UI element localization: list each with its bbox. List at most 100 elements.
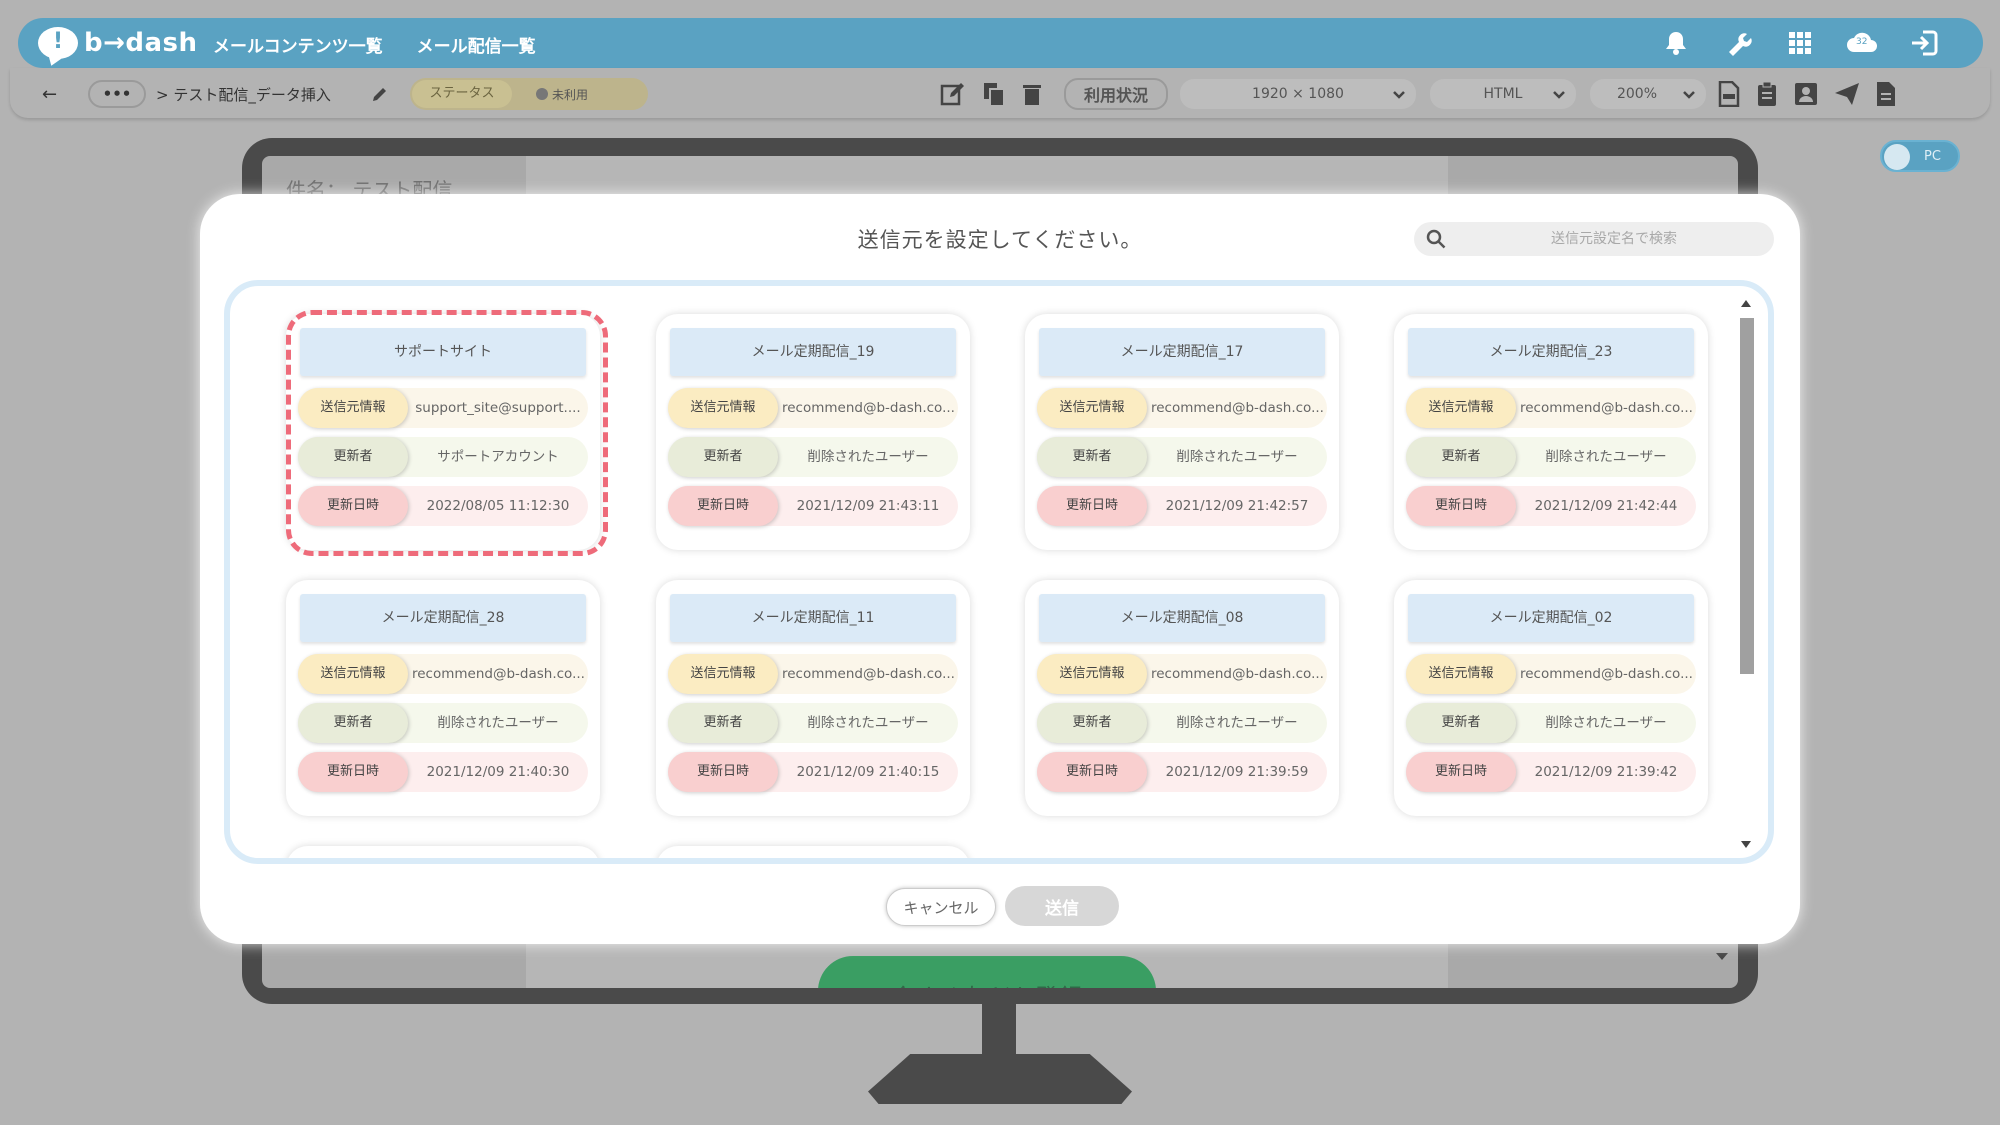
- top-icons: 32: [1659, 26, 1941, 60]
- updated-at-row: 更新日時 2021/12/09 21:39:59: [1037, 752, 1327, 792]
- edit-icon[interactable]: [940, 81, 966, 107]
- bell-icon[interactable]: [1659, 26, 1693, 60]
- chevron-down-icon: [1393, 91, 1405, 99]
- updated-at-value: 2021/12/09 21:42:57: [1165, 498, 1309, 514]
- sender-info-row: 送信元情報 recommend@b-dash.co....: [1406, 654, 1696, 694]
- sender-card-name: メール定期配信_23: [1408, 328, 1694, 376]
- updated-at-row: 更新日時 2021/12/09 21:40:30: [298, 752, 588, 792]
- updated-at-label: 更新日時: [1406, 486, 1516, 526]
- chevron-down-icon: [1553, 91, 1565, 99]
- editor-toolbar: ← ••• > テスト配信_データ挿入 ステータス 未利用 利用状況 1920 …: [10, 68, 1990, 118]
- sender-card[interactable]: [656, 846, 970, 858]
- sender-card[interactable]: メール定期配信_19 送信元情報 recommend@b-dash.co.... …: [656, 314, 970, 550]
- nav-mail-contents[interactable]: メールコンテンツ一覧: [213, 32, 383, 57]
- b-dash-logo[interactable]: ! b→dash: [38, 25, 198, 61]
- more-button[interactable]: •••: [88, 80, 146, 108]
- sender-card-name: メール定期配信_08: [1039, 594, 1325, 642]
- copy-icon[interactable]: [982, 81, 1006, 107]
- updater-row: 更新者 削除されたユーザー: [1406, 437, 1696, 477]
- sender-card[interactable]: メール定期配信_23 送信元情報 recommend@b-dash.co.... …: [1394, 314, 1708, 550]
- status-pill[interactable]: ステータス 未利用: [410, 78, 648, 110]
- chevron-down-icon: [1683, 91, 1695, 99]
- wrench-icon[interactable]: [1721, 26, 1755, 60]
- updater-row: 更新者 削除されたユーザー: [298, 703, 588, 743]
- sender-info-label: 送信元情報: [1406, 388, 1516, 428]
- sender-info-value: recommend@b-dash.co....: [1151, 666, 1323, 682]
- sender-info-row: 送信元情報 recommend@b-dash.co....: [668, 388, 958, 428]
- search-input[interactable]: [1464, 222, 1764, 256]
- usage-status-button[interactable]: 利用状況: [1064, 78, 1168, 110]
- updated-at-value: 2021/12/09 21:39:42: [1534, 764, 1678, 780]
- status-label: ステータス: [412, 80, 512, 108]
- device-label: PC: [1924, 149, 1941, 164]
- scrollbar-thumb[interactable]: [1740, 318, 1754, 674]
- cta-button: 今すぐ友だち登録: [818, 956, 1156, 988]
- scroll-down-arrow-icon[interactable]: [1716, 953, 1728, 960]
- monitor-stand-base: [868, 1054, 1132, 1104]
- trash-icon[interactable]: [1022, 82, 1042, 106]
- updater-row: 更新者 削除されたユーザー: [1037, 703, 1327, 743]
- updater-label: 更新者: [1037, 703, 1147, 743]
- sender-info-row: 送信元情報 recommend@b-dash.co....: [668, 654, 958, 694]
- selected-card-highlight: [286, 310, 608, 556]
- sender-info-row: 送信元情報 recommend@b-dash.co....: [1037, 388, 1327, 428]
- status-value: 未利用: [552, 87, 589, 102]
- sender-card[interactable]: メール定期配信_17 送信元情報 recommend@b-dash.co.... …: [1025, 314, 1339, 550]
- zoom-select[interactable]: 200%: [1590, 79, 1706, 109]
- sender-card[interactable]: メール定期配信_08 送信元情報 recommend@b-dash.co.... …: [1025, 580, 1339, 816]
- user-card-icon[interactable]: [1794, 82, 1818, 106]
- toggle-knob: [1884, 144, 1910, 170]
- apps-grid-icon[interactable]: [1783, 26, 1817, 60]
- format-select[interactable]: HTML: [1430, 79, 1576, 109]
- sender-info-value: recommend@b-dash.co....: [412, 666, 584, 682]
- updater-value: 削除されたユーザー: [807, 449, 929, 465]
- sender-info-row: 送信元情報 recommend@b-dash.co....: [1406, 388, 1696, 428]
- zoom-value: 200%: [1616, 86, 1658, 102]
- updater-label: 更新者: [1406, 437, 1516, 477]
- nav-mail-deliveries[interactable]: メール配信一覧: [417, 32, 536, 57]
- updated-at-label: 更新日時: [298, 752, 408, 792]
- scroll-down-arrow-icon[interactable]: [1741, 841, 1751, 848]
- updated-at-row: 更新日時 2021/12/09 21:43:11: [668, 486, 958, 526]
- updated-at-row: 更新日時 2021/12/09 21:42:57: [1037, 486, 1327, 526]
- sender-info-value: recommend@b-dash.co....: [782, 666, 954, 682]
- updater-value: 削除されたユーザー: [1176, 449, 1298, 465]
- device-toggle[interactable]: PC: [1880, 140, 1960, 172]
- sender-card[interactable]: [286, 846, 600, 858]
- cancel-button[interactable]: キャンセル: [886, 888, 996, 926]
- clipboard-icon[interactable]: [1756, 81, 1778, 107]
- edit-name-icon[interactable]: [370, 80, 390, 108]
- updater-label: 更新者: [298, 703, 408, 743]
- updater-value: 削除されたユーザー: [1545, 449, 1667, 465]
- updater-label: 更新者: [1406, 703, 1516, 743]
- cloud-icon[interactable]: 32: [1845, 26, 1879, 60]
- sender-card[interactable]: メール定期配信_11 送信元情報 recommend@b-dash.co.... …: [656, 580, 970, 816]
- logout-icon[interactable]: [1907, 26, 1941, 60]
- updated-at-label: 更新日時: [1406, 752, 1516, 792]
- sender-info-value: recommend@b-dash.co....: [782, 400, 954, 416]
- sender-info-row: 送信元情報 recommend@b-dash.co....: [298, 654, 588, 694]
- resolution-select[interactable]: 1920 × 1080: [1180, 79, 1416, 109]
- updated-at-label: 更新日時: [668, 486, 778, 526]
- monitor-stand-neck: [982, 1004, 1016, 1056]
- updated-at-value: 2021/12/09 21:40:15: [796, 764, 940, 780]
- updater-label: 更新者: [668, 437, 778, 477]
- send-button[interactable]: 送信: [1005, 886, 1119, 926]
- sender-card[interactable]: メール定期配信_28 送信元情報 recommend@b-dash.co.... …: [286, 580, 600, 816]
- send-paper-plane-icon[interactable]: [1834, 82, 1860, 106]
- updated-at-value: 2021/12/09 21:42:44: [1534, 498, 1678, 514]
- updated-at-label: 更新日時: [1037, 752, 1147, 792]
- document-icon[interactable]: [1876, 81, 1896, 107]
- sender-info-value: recommend@b-dash.co....: [1151, 400, 1323, 416]
- updater-label: 更新者: [1037, 437, 1147, 477]
- html-file-icon[interactable]: [1718, 81, 1740, 107]
- scroll-up-arrow-icon[interactable]: [1741, 300, 1751, 307]
- sender-search: [1414, 222, 1774, 256]
- sender-info-label: 送信元情報: [298, 654, 408, 694]
- sender-card[interactable]: メール定期配信_02 送信元情報 recommend@b-dash.co.... …: [1394, 580, 1708, 816]
- list-scrollbar[interactable]: [1738, 296, 1756, 856]
- top-nav: メールコンテンツ一覧 メール配信一覧: [213, 32, 536, 57]
- back-button[interactable]: ←: [42, 80, 57, 108]
- sender-info-label: 送信元情報: [668, 654, 778, 694]
- back-arrow-icon: ←: [42, 83, 58, 105]
